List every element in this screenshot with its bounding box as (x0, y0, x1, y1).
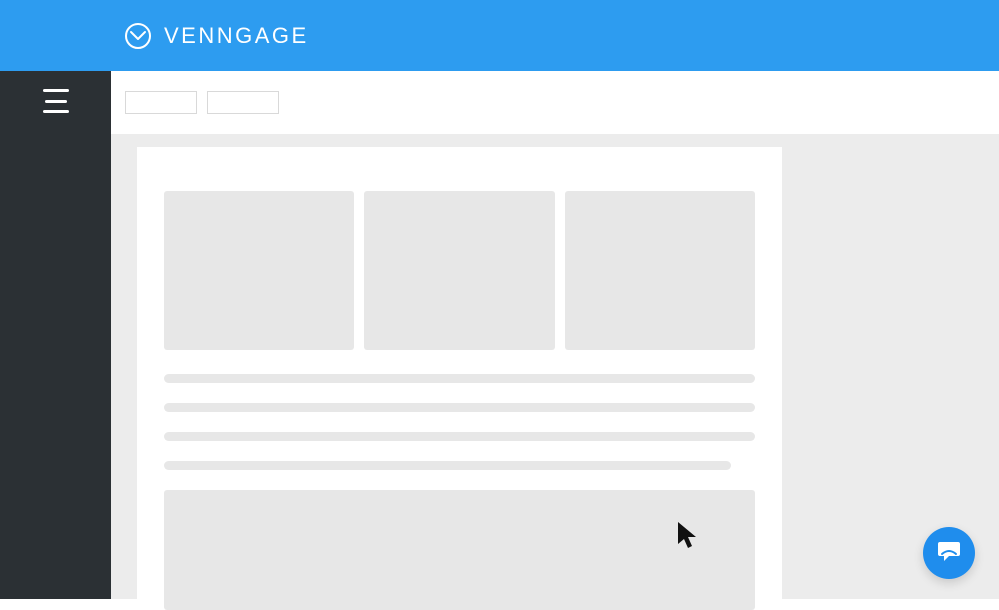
menu-toggle-button[interactable] (42, 89, 70, 113)
app-header: VENNGAGE (0, 0, 999, 71)
sidebar (0, 71, 111, 599)
placeholder-card[interactable] (164, 191, 354, 350)
brand[interactable]: VENNGAGE (124, 22, 309, 50)
hamburger-icon (45, 100, 67, 103)
brand-label: VENNGAGE (164, 23, 309, 49)
chat-icon (936, 538, 962, 569)
placeholder-line (164, 432, 755, 441)
canvas-area (111, 134, 999, 599)
hamburger-icon (43, 110, 69, 113)
chat-widget-button[interactable] (923, 527, 975, 579)
placeholder-card-row (164, 191, 755, 350)
brand-logo-icon (124, 22, 152, 50)
placeholder-card[interactable] (565, 191, 755, 350)
toolbar-button[interactable] (207, 91, 279, 114)
placeholder-line (164, 403, 755, 412)
toolbar (111, 71, 999, 134)
placeholder-line (164, 461, 731, 470)
placeholder-card[interactable] (364, 191, 554, 350)
hamburger-icon (43, 89, 69, 92)
placeholder-line (164, 374, 755, 383)
document-canvas[interactable] (137, 147, 782, 599)
placeholder-block[interactable] (164, 490, 755, 610)
toolbar-button[interactable] (125, 91, 197, 114)
